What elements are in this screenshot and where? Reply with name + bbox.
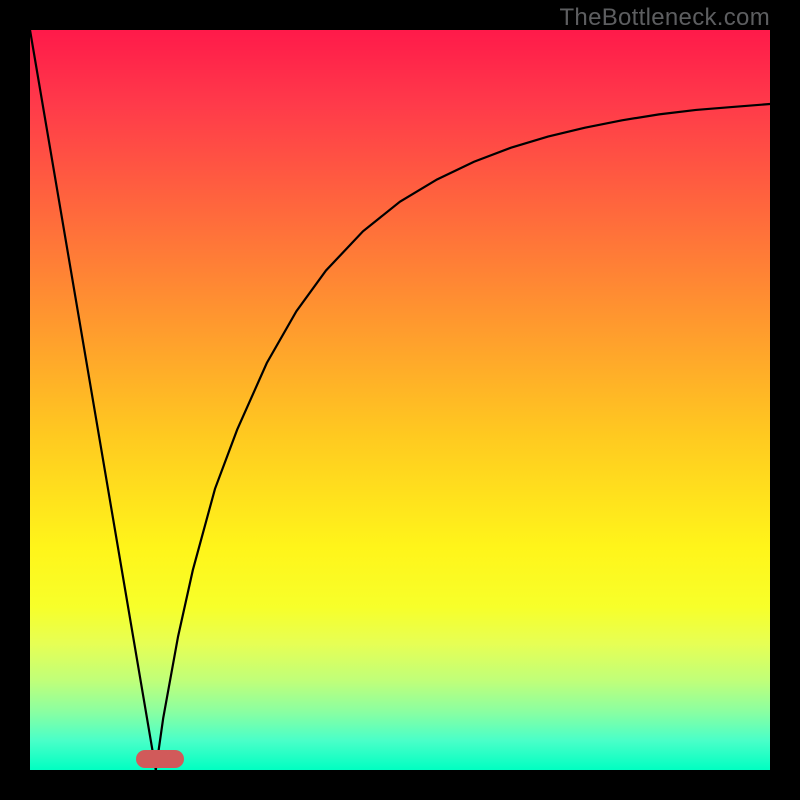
highlight-bar <box>136 750 184 768</box>
curve-layer <box>30 30 770 770</box>
right-curve-path <box>156 104 770 770</box>
plot-area <box>30 30 770 770</box>
watermark-text: TheBottleneck.com <box>559 4 770 32</box>
left-line-path <box>30 30 156 770</box>
chart-frame: TheBottleneck.com <box>0 0 800 800</box>
